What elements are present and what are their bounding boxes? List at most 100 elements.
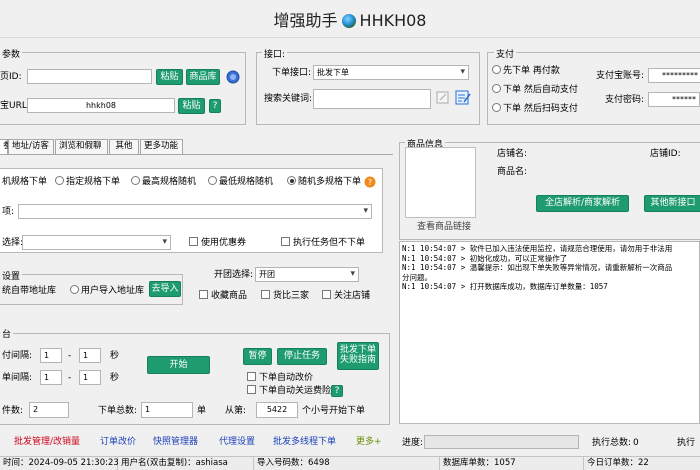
help-orange-icon[interactable]: ?	[364, 176, 376, 188]
order-interface-select[interactable]: 批发下单	[313, 65, 469, 80]
fav-checkbox[interactable]: 收藏商品	[199, 290, 247, 302]
shop-url-input[interactable]: hhkh08	[27, 98, 175, 113]
page-id-input[interactable]	[27, 69, 152, 84]
edit-icon[interactable]	[436, 90, 450, 104]
paste-button[interactable]: 粘贴	[156, 69, 183, 85]
spec-option-3[interactable]: 最高规格随机	[131, 176, 196, 188]
address-option-2-radio[interactable]	[70, 285, 79, 294]
spec-option-1[interactable]: 机规格下单	[2, 176, 47, 188]
order-interval-dash: -	[68, 373, 72, 383]
page-id-label: 页ID:	[0, 72, 22, 82]
batch-guide-button[interactable]: 批发下单 失败指南	[337, 342, 379, 370]
tab-address[interactable]: 地址/访客	[8, 139, 54, 154]
fav-label: 收藏商品	[211, 291, 248, 301]
pay-password-input[interactable]: ******	[648, 92, 700, 107]
auto-follow-help-button[interactable]: ?	[331, 385, 343, 397]
pay-interval-from[interactable]: 1	[40, 348, 62, 363]
count-input[interactable]: 2	[29, 402, 69, 418]
group-buy-select[interactable]: 开团	[255, 267, 359, 282]
tab-params[interactable]: 参	[0, 139, 12, 155]
tab-more[interactable]: 更多功能	[140, 139, 183, 154]
count-label: 件数:	[2, 406, 24, 416]
help-button[interactable]: ?	[209, 99, 221, 113]
spec-option-5[interactable]: 随机多规格下单	[287, 176, 361, 188]
order-interval-from[interactable]: 1	[40, 370, 62, 385]
tab-browse[interactable]: 浏览和假聊	[55, 139, 108, 154]
address-option-2[interactable]: 用户导入地址库	[70, 285, 144, 297]
status-today-orders: 今日订单数：22	[587, 458, 649, 468]
pay-option-3-label: 下单 然后扫码支付	[503, 104, 578, 114]
paste2-button[interactable]: 粘贴	[178, 98, 205, 114]
alipay-account-input[interactable]: *********	[648, 68, 700, 83]
link-snapshot-manager[interactable]: 快照管理器	[153, 434, 198, 447]
from-input[interactable]: 5422	[256, 402, 298, 418]
svg-text:?: ?	[368, 178, 372, 187]
link-proxy-settings[interactable]: 代理设置	[219, 434, 255, 447]
import-button[interactable]: 去导入	[149, 281, 181, 297]
link-batch-manage[interactable]: 批发管理/改销量	[14, 434, 80, 447]
product-name-label: 商品名:	[497, 167, 528, 177]
pay-interval-label: 付间隔:	[2, 351, 33, 361]
compare-checkbox[interactable]: 货比三家	[261, 290, 309, 302]
status-user[interactable]: 用户名(双击复制)：ashiasa	[118, 457, 254, 470]
spec-option-2[interactable]: 指定规格下单	[55, 176, 120, 188]
order-interval-to[interactable]: 1	[79, 370, 101, 385]
fav-checkbox-box[interactable]	[199, 290, 208, 299]
link-order-price[interactable]: 订单改价	[100, 434, 136, 447]
pause-button[interactable]: 暂停	[243, 348, 272, 365]
auto-price-checkbox-box[interactable]	[247, 372, 256, 381]
pay-option-2-label: 下单 然后自动支付	[503, 85, 578, 95]
exec-label: 执行	[677, 438, 696, 448]
tab-bar-divider	[0, 154, 393, 155]
total-input[interactable]: 1	[141, 402, 193, 418]
spec-option-5-radio[interactable]	[287, 176, 296, 185]
pay-option-1-label: 先下单 再付款	[503, 66, 560, 76]
status-db-orders: 数据库单数：1057	[440, 457, 584, 470]
spec-option-4-radio[interactable]	[208, 176, 217, 185]
window-title: 增强助手 HHKH08	[0, 6, 700, 36]
tab-other[interactable]: 其他	[109, 139, 139, 154]
spec-option-4[interactable]: 最低规格随机	[208, 176, 273, 188]
follow-checkbox[interactable]: 关注店铺	[322, 290, 370, 302]
pay-interval-unit: 秒	[110, 351, 120, 361]
keyword-label: 搜索关键词:	[264, 94, 313, 104]
pay-option-2[interactable]: 下单 然后自动支付	[492, 84, 578, 96]
progress-row: 进度: 执行总数: 0 执行	[400, 434, 700, 450]
pay-interval-to[interactable]: 1	[79, 348, 101, 363]
stop-task-button[interactable]: 停止任务	[277, 348, 327, 365]
spec-item-select[interactable]	[18, 204, 372, 219]
shop-id-label: 店铺ID:	[650, 149, 681, 159]
full-parse-button[interactable]: 全店解析/商家解析	[536, 195, 629, 212]
auto-follow-checkbox-box[interactable]	[247, 385, 256, 394]
link-more[interactable]: 更多+	[356, 434, 382, 447]
address-option-1[interactable]: 统自带地址库	[2, 285, 56, 297]
compare-checkbox-box[interactable]	[261, 290, 270, 299]
info-circle-icon[interactable]	[226, 70, 240, 84]
notepad-edit-icon[interactable]	[455, 89, 471, 105]
spec-option-2-radio[interactable]	[55, 176, 64, 185]
follow-checkbox-box[interactable]	[322, 290, 331, 299]
spec-option-3-radio[interactable]	[131, 176, 140, 185]
pay-option-2-radio[interactable]	[492, 84, 501, 93]
other-parse-button[interactable]: 其他新接口	[644, 195, 700, 212]
spec-item-label: 项:	[2, 207, 15, 217]
pay-option-1[interactable]: 先下单 再付款	[492, 65, 560, 77]
auto-follow-checkbox[interactable]: 下单自动关运费险	[247, 385, 331, 397]
link-multithread-order[interactable]: 批发多线程下单	[273, 434, 336, 447]
pay-option-1-radio[interactable]	[492, 65, 501, 74]
start-button[interactable]: 开始	[147, 356, 210, 374]
log-line: N:1 10:54:07 > 温馨提示：如出现下单失败等异常情况，请重新解析一次…	[402, 263, 673, 272]
coupon-checkbox-box[interactable]	[189, 237, 198, 246]
coupon-checkbox[interactable]: 使用优惠券	[189, 237, 246, 249]
pay-option-3-radio[interactable]	[492, 103, 501, 112]
exec-task-checkbox-box[interactable]	[281, 237, 290, 246]
pay-option-3[interactable]: 下单 然后扫码支付	[492, 103, 578, 115]
keyword-input[interactable]	[313, 89, 431, 109]
product-lib-button[interactable]: 商品库	[186, 69, 220, 85]
view-product-link[interactable]: 查看商品链接	[417, 221, 471, 233]
exec-task-checkbox[interactable]: 执行任务但不下单	[281, 237, 365, 249]
select-dropdown[interactable]	[22, 235, 171, 250]
from-label: 从第:	[225, 406, 247, 416]
auto-price-checkbox[interactable]: 下单自动改价	[247, 372, 313, 384]
from-suffix: 个小号开始下单	[302, 406, 366, 416]
